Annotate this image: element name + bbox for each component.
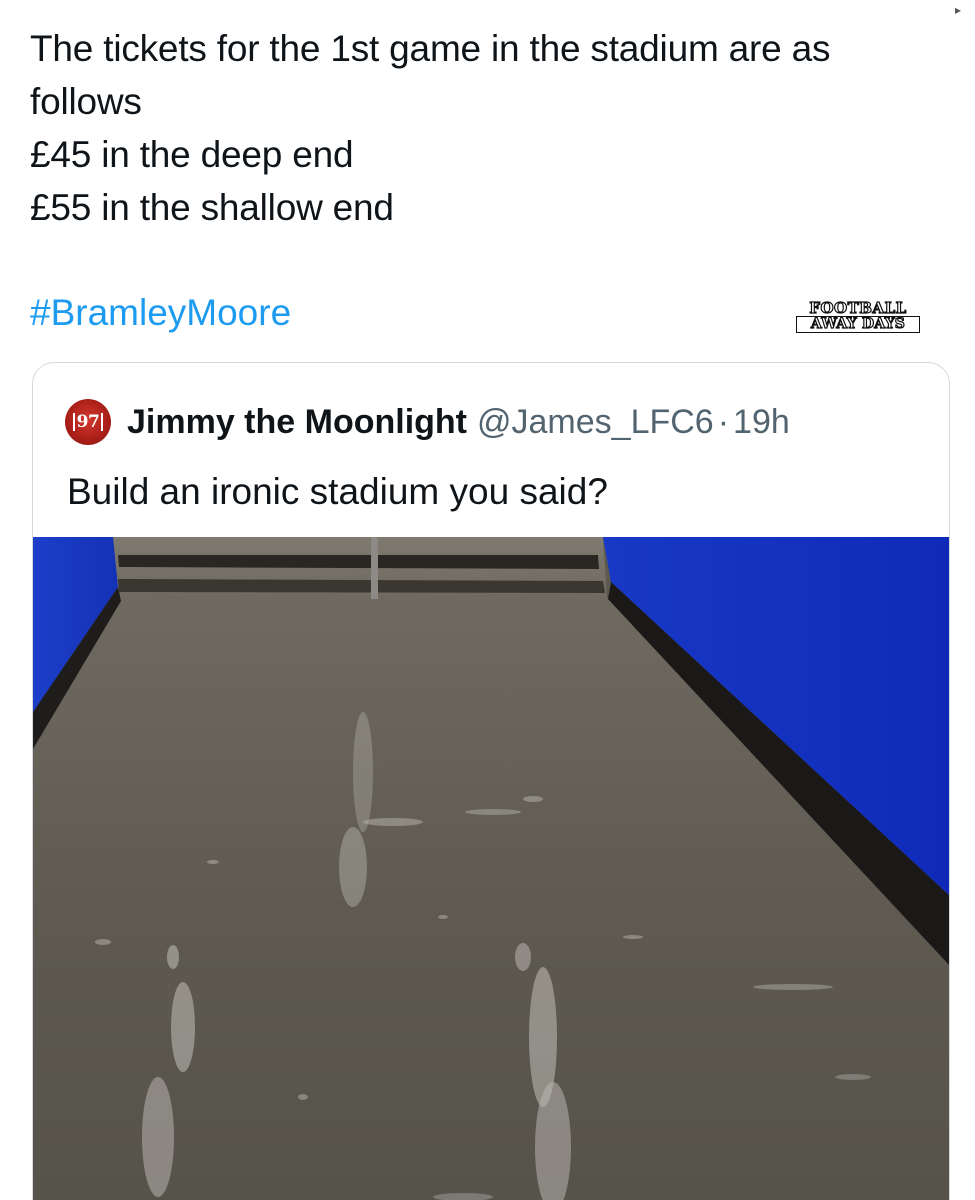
quoted-tweet-header: 97 Jimmy the Moonlight @James_LFC6 · 19h bbox=[65, 397, 790, 447]
meta-separator: · bbox=[717, 402, 730, 441]
author-handle[interactable]: @James_LFC6 bbox=[477, 403, 714, 442]
football-away-days-watermark: FOOTBALL AWAY DAYS bbox=[796, 299, 920, 333]
hashtag-link[interactable]: #BramleyMoore bbox=[30, 286, 291, 339]
tweet-line: £55 in the shallow end bbox=[30, 187, 394, 228]
watermark-line-1: FOOTBALL bbox=[809, 299, 907, 317]
club-crest-avatar-icon[interactable]: 97 bbox=[65, 399, 111, 445]
flooded-concourse-photo[interactable] bbox=[33, 537, 950, 1200]
tweet-text: The tickets for the 1st game in the stad… bbox=[30, 22, 950, 234]
avatar-label: 97 bbox=[72, 413, 104, 431]
tweet-line: follows bbox=[30, 81, 142, 122]
tweet-line: The tickets for the 1st game in the stad… bbox=[30, 28, 831, 69]
post-timestamp[interactable]: 19h bbox=[733, 403, 790, 442]
quoted-tweet-card[interactable]: 97 Jimmy the Moonlight @James_LFC6 · 19h… bbox=[32, 362, 950, 1200]
quoted-tweet-text: Build an ironic stadium you said? bbox=[67, 471, 608, 512]
watermark-line-2: AWAY DAYS bbox=[796, 316, 920, 333]
back-step-edge bbox=[118, 579, 605, 593]
corner-glyph: ▸ bbox=[954, 3, 961, 17]
back-step-shadow bbox=[118, 555, 599, 569]
centre-post bbox=[371, 537, 378, 609]
author-name[interactable]: Jimmy the Moonlight bbox=[127, 403, 467, 442]
tweet-line: £45 in the deep end bbox=[30, 134, 354, 175]
